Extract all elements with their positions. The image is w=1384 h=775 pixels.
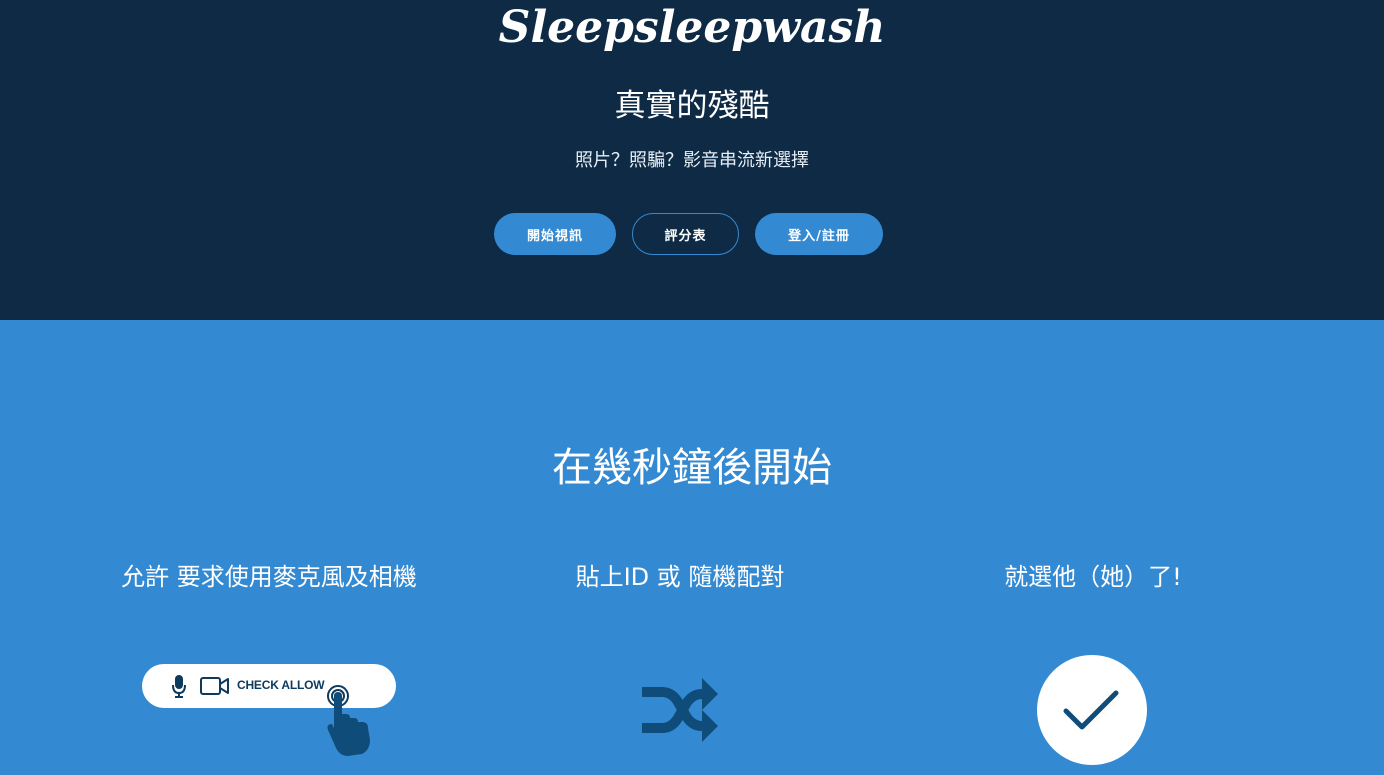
checkmark-badge [1037, 655, 1147, 765]
hero-subtitle: 照片？照騙？影音串流新選擇 [575, 150, 809, 171]
rating-button[interactable]: 評分表 [632, 213, 739, 255]
site-logo[interactable]: Sleepsleepwash [0, 2, 1384, 53]
pointing-hand-icon [327, 685, 370, 756]
steps-section: 在幾秒鐘後開始 允許 要求使用麥克風及相機 貼上ID 或 隨機配對 就選他（她）… [0, 320, 1384, 775]
step-match-title: 貼上ID 或 隨機配對 [575, 563, 785, 591]
steps-heading: 在幾秒鐘後開始 [552, 445, 832, 491]
microphone-icon [172, 675, 186, 698]
hero-section: Sleepsleepwash 真實的殘酷 照片？照騙？影音串流新選擇 開始視訊 … [0, 0, 1384, 320]
check-allow-label: CHECK ALLOW [237, 678, 325, 692]
checkmark-icon [1063, 690, 1119, 730]
step-allow-title: 允許 要求使用麥克風及相機 [121, 563, 417, 591]
camera-icon [200, 677, 229, 695]
login-register-button[interactable]: 登入/註冊 [755, 213, 883, 255]
start-video-button[interactable]: 開始視訊 [494, 213, 616, 255]
step-choose-title: 就選他（她）了! [1004, 563, 1182, 591]
hero-tagline: 真實的殘酷 [614, 88, 770, 124]
shuffle-icon [642, 678, 718, 742]
